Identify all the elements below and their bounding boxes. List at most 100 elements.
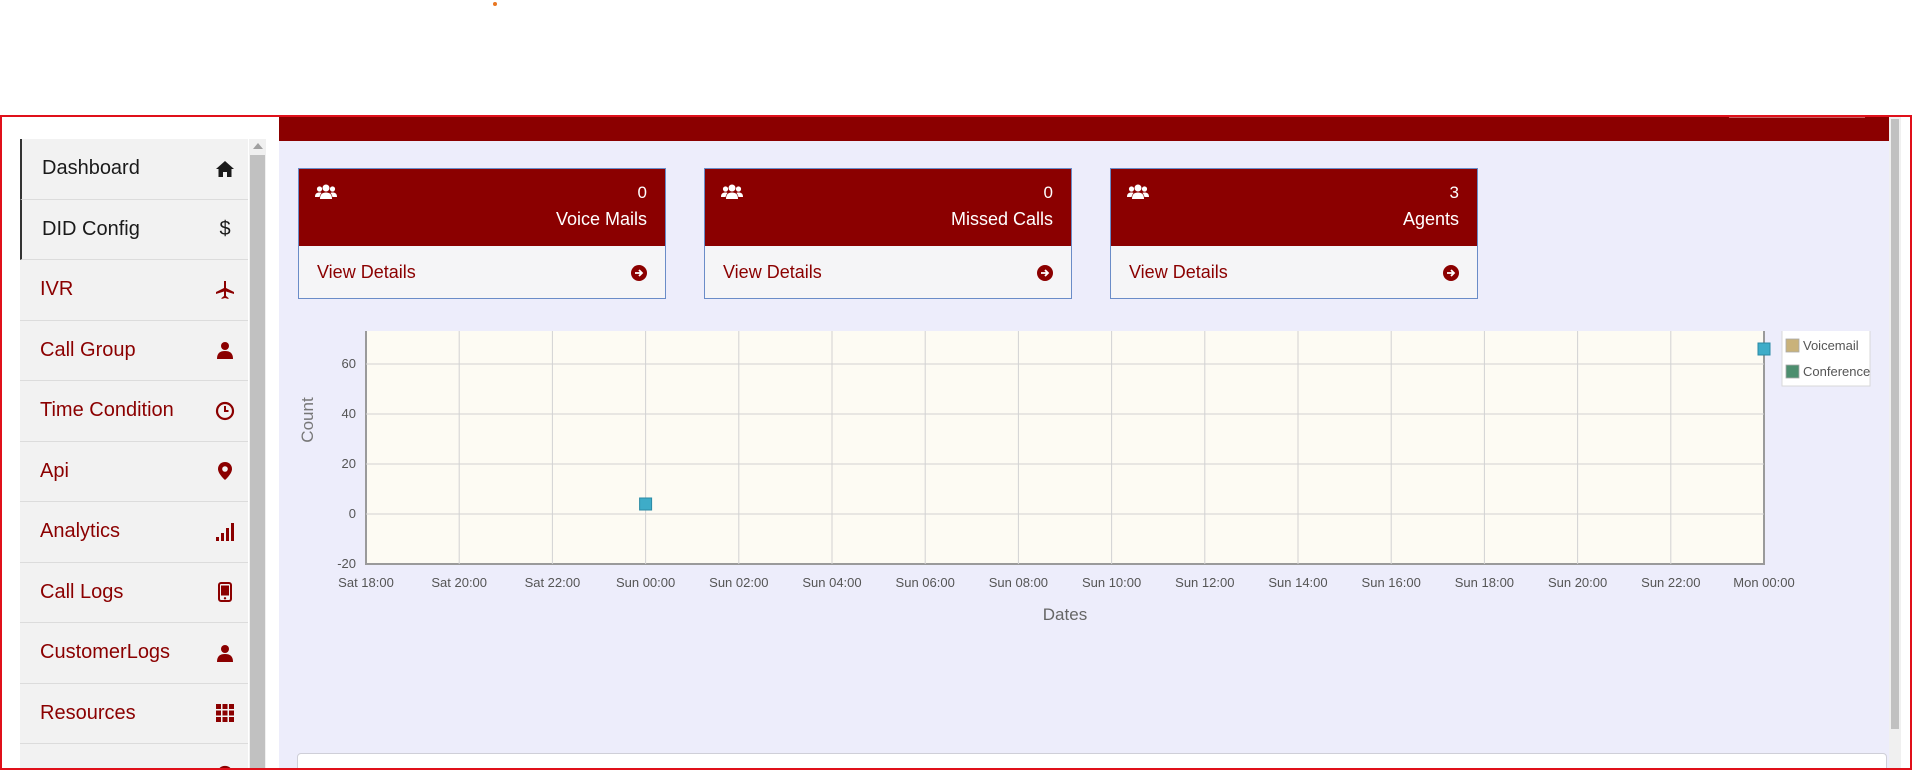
loading-indicator [493, 2, 497, 6]
card-title: Voice Mails [555, 209, 647, 229]
card-count: 0 [637, 183, 647, 202]
sidebar-item-time-condition[interactable]: Time Condition [20, 381, 248, 442]
view-details-link[interactable]: View Details [1111, 246, 1477, 299]
sidebar-scroll-thumb[interactable] [250, 155, 265, 768]
sidebar-item-did-config[interactable]: DID Config $ [20, 199, 248, 260]
app-frame: Dashboard DID Config $ IVR Call Group Ti… [0, 115, 1912, 770]
circle-icon [214, 763, 236, 768]
x-tick-label: Sun 18:00 [1455, 575, 1514, 590]
sidebar-item-label: Resources [40, 701, 136, 724]
y-tick-label: 40 [342, 406, 356, 421]
sidebar-item-partial[interactable] [20, 744, 248, 768]
legend-label: Voicemail [1803, 338, 1859, 353]
card-header: 3 Agents [1111, 169, 1477, 246]
main-scrollbar[interactable] [1889, 117, 1901, 768]
users-icon [721, 183, 743, 206]
users-icon [315, 183, 337, 206]
bottom-panel [297, 753, 1887, 768]
user-icon [214, 339, 236, 361]
legend-swatch [1785, 338, 1800, 353]
sidebar-item-ivr[interactable]: IVR [20, 260, 248, 321]
sidebar: Dashboard DID Config $ IVR Call Group Ti… [20, 139, 248, 768]
sidebar-item-label: IVR [40, 278, 74, 301]
card-header: 0 Voice Mails [299, 169, 665, 246]
x-tick-label: Sun 10:00 [1082, 575, 1141, 590]
sidebar-item-call-group[interactable]: Call Group [20, 320, 248, 381]
x-tick-label: Sun 16:00 [1362, 575, 1421, 590]
card-agents: 3 Agents View Details [1110, 168, 1478, 299]
app-window: Dashboard DID Config $ IVR Call Group Ti… [0, 0, 1912, 770]
view-details-link[interactable]: View Details [299, 246, 665, 299]
card-title: Agents [1402, 209, 1459, 229]
calls-chart: Sat 18:00 Sat 20:00 Sat 22:00 Sun 00:00 Sun … [279, 256, 1879, 681]
map-marker-icon [214, 460, 236, 482]
main-content: 0 Voice Mails View Details 0 Missed Call… [279, 117, 1901, 768]
sidebar-item-call-logs[interactable]: Call Logs [20, 562, 248, 623]
legend-label: Conference [1803, 364, 1870, 379]
x-tick-label: Sat 22:00 [525, 575, 581, 590]
data-point [639, 497, 653, 511]
view-details-link[interactable]: View Details [705, 246, 1071, 299]
x-tick-label: Mon 00:00 [1733, 575, 1794, 590]
y-axis-label: Count [298, 397, 317, 443]
legend-swatch [1785, 364, 1800, 379]
card-missed-calls: 0 Missed Calls View Details [704, 168, 1072, 299]
x-tick-label: Sat 20:00 [431, 575, 487, 590]
sidebar-item-label: Time Condition [40, 399, 174, 422]
view-details-label: View Details [1129, 262, 1228, 282]
x-tick-label: Sun 06:00 [896, 575, 955, 590]
header-divider [1729, 117, 1865, 118]
sidebar-item-label: Dashboard [42, 157, 140, 180]
x-tick-label: Sun 14:00 [1268, 575, 1327, 590]
home-icon [214, 158, 236, 180]
y-tick-label: -20 [337, 556, 356, 571]
view-details-label: View Details [723, 262, 822, 282]
y-tick-label: 60 [342, 356, 356, 371]
sidebar-item-label: Call Group [40, 338, 136, 361]
grid-icon [214, 702, 236, 724]
top-header-bar [279, 117, 1901, 141]
x-tick-label: Sun 20:00 [1548, 575, 1607, 590]
calls-chart-svg: Sat 18:00 Sat 20:00 Sat 22:00 Sun 00:00 Sun … [298, 256, 1871, 624]
sidebar-item-analytics[interactable]: Analytics [20, 502, 248, 563]
x-tick-label: Sat 18:00 [338, 575, 394, 590]
x-tick-label: Sun 08:00 [989, 575, 1048, 590]
y-tick-label: 20 [342, 456, 356, 471]
signal-icon [214, 521, 236, 543]
x-axis-label: Dates [1043, 605, 1087, 624]
sidebar-item-label: Api [40, 459, 69, 482]
sidebar-item-label: CustomerLogs [40, 641, 171, 664]
sidebar-item-label: Call Logs [40, 580, 124, 603]
sidebar-item-label: DID Config [42, 217, 140, 240]
x-tick-label: Sun 02:00 [709, 575, 768, 590]
x-tick-label: Sun 22:00 [1641, 575, 1700, 590]
mobile-icon [214, 581, 236, 603]
sidebar-item-resources[interactable]: Resources [20, 683, 248, 744]
x-tick-label: Sun 04:00 [802, 575, 861, 590]
scroll-up-arrow-icon[interactable] [253, 143, 263, 149]
user-icon [214, 642, 236, 664]
x-tick-label: Sun 12:00 [1175, 575, 1234, 590]
view-details-label: View Details [317, 262, 416, 282]
card-voice-mails: 0 Voice Mails View Details [298, 168, 666, 299]
sidebar-item-api[interactable]: Api [20, 441, 248, 502]
y-tick-label: 0 [349, 506, 356, 521]
sidebar-item-dashboard[interactable]: Dashboard [20, 139, 248, 200]
plot-area [365, 263, 1765, 565]
clock-icon [214, 400, 236, 422]
main-scroll-thumb[interactable] [1891, 119, 1899, 729]
sidebar-item-customerlogs[interactable]: CustomerLogs [20, 623, 248, 684]
arrow-circle-right-icon [1037, 264, 1053, 281]
arrow-circle-right-icon [1443, 264, 1459, 281]
card-title: Missed Calls [950, 209, 1053, 229]
dollar-icon: $ [219, 217, 231, 240]
card-count: 0 [1043, 183, 1053, 202]
x-tick-label: Sun 00:00 [616, 575, 675, 590]
sidebar-scrollbar[interactable] [249, 139, 266, 768]
sidebar-item-label: Analytics [40, 520, 121, 543]
users-icon [1127, 183, 1149, 206]
data-point [1757, 342, 1771, 356]
plane-icon [214, 279, 236, 301]
card-count: 3 [1449, 183, 1459, 202]
arrow-circle-right-icon [631, 264, 647, 281]
